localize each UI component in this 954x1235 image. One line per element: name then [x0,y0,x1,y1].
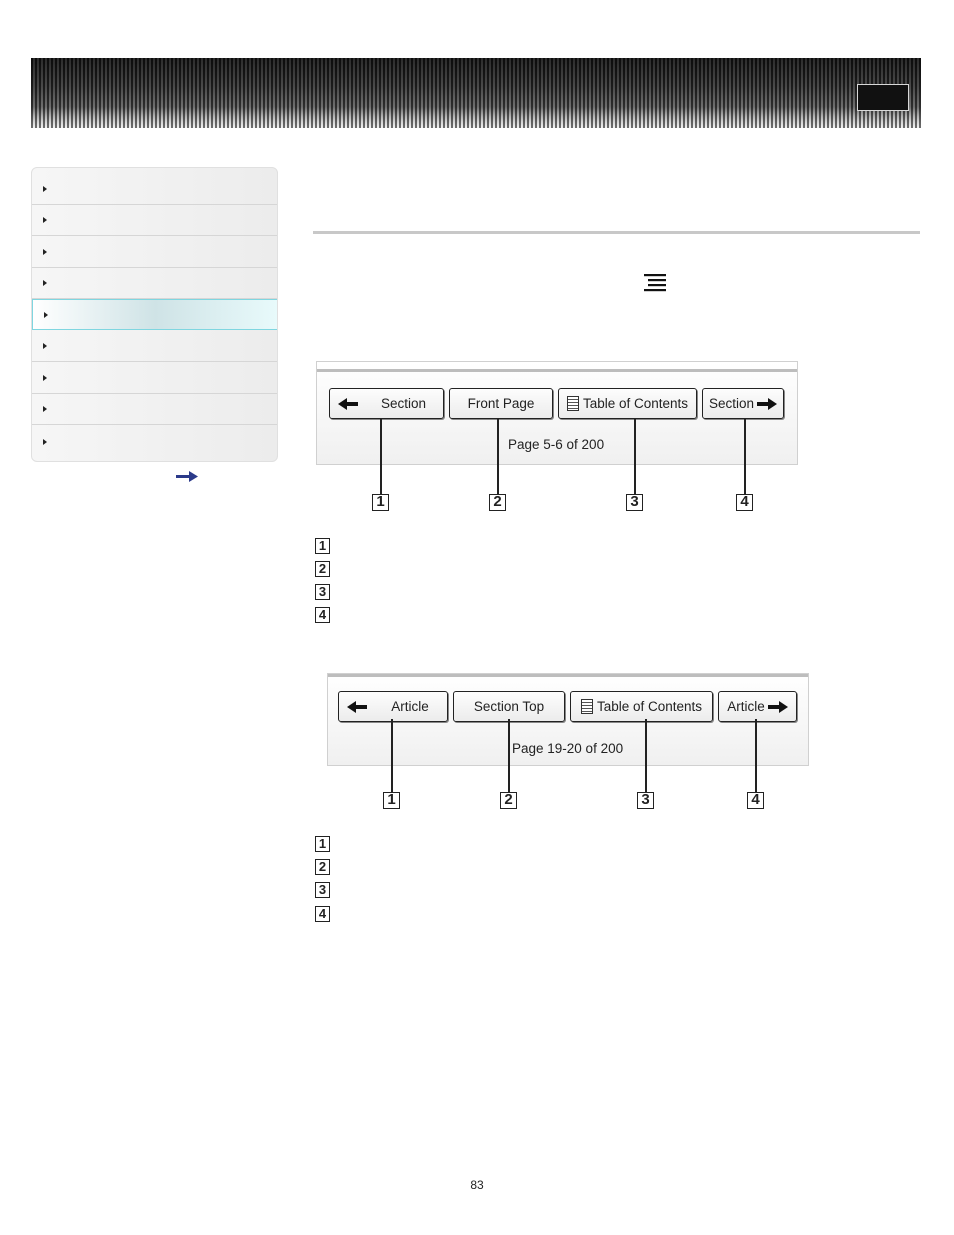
next-section-label: Section [708,396,755,411]
header-banner [31,58,921,128]
next-article-button[interactable]: Article [718,691,797,722]
sidebar-item-9[interactable] [32,426,277,457]
legend-number: 4 [315,906,330,922]
callout-number: 4 [736,494,753,511]
prev-section-label: Section [380,396,427,411]
chevron-right-icon [43,406,47,412]
sidebar-item-3[interactable] [32,237,277,268]
sidebar-item-8[interactable] [32,394,277,425]
chevron-right-icon [43,343,47,349]
left-arrow-icon [338,397,358,410]
callout-number: 4 [747,792,764,809]
chevron-right-icon [43,438,47,445]
front-page-button[interactable]: Front Page [449,388,553,419]
prev-section-button[interactable]: Section [329,388,444,419]
toc-label: Table of Contents [582,396,689,411]
callout-number: 1 [383,792,400,809]
section-top-button[interactable]: Section Top [453,691,565,722]
title-divider [313,231,920,234]
sidebar-item-7[interactable] [32,363,277,394]
toolbar-top-border [328,674,808,677]
callout-number: 1 [372,494,389,511]
document-icon [566,396,579,411]
chevron-right-icon [43,249,47,255]
document-icon [580,699,593,714]
section-top-label: Section Top [473,699,545,714]
legend-number: 3 [315,882,330,898]
prev-article-label: Article [391,699,429,714]
sidebar-item-4[interactable] [32,268,277,299]
left-arrow-icon [347,700,367,713]
header-button[interactable] [857,84,909,111]
page-number: 83 [470,1178,484,1192]
callout-line [645,719,647,793]
legend-number: 1 [315,836,330,852]
callout-line [497,419,499,495]
sidebar-item-6[interactable] [32,331,277,362]
callout-number: 3 [637,792,654,809]
right-arrow-icon [757,397,778,410]
menu-lines-icon [644,274,666,292]
right-arrow-icon[interactable] [176,471,198,483]
callout-line [755,719,757,793]
table-of-contents-button[interactable]: Table of Contents [570,691,713,722]
legend-number: 4 [315,607,330,623]
chevron-right-icon [43,217,47,223]
sidebar-item-5-active[interactable] [32,299,277,330]
table-of-contents-button[interactable]: Table of Contents [558,388,697,419]
next-section-button[interactable]: Section [702,388,784,419]
next-article-label: Article [727,699,765,714]
chevron-right-icon [43,186,47,192]
callout-line [508,719,510,793]
toolbar-top-border [317,369,797,372]
sidebar [31,167,278,462]
callout-number: 2 [500,792,517,809]
callout-number: 3 [626,494,643,511]
chevron-right-icon [43,375,47,381]
callout-line [391,719,393,793]
chevron-right-icon [43,280,47,286]
toc-label: Table of Contents [596,699,703,714]
callout-line [744,419,746,495]
callout-number: 2 [489,494,506,511]
page-indicator: Page 19-20 of 200 [512,741,624,756]
sidebar-item-2[interactable] [32,205,277,236]
callout-line [380,419,382,495]
front-page-label: Front Page [467,396,535,411]
page-indicator: Page 5-6 of 200 [508,437,605,452]
prev-article-button[interactable]: Article [338,691,448,722]
legend-number: 1 [315,538,330,554]
chevron-right-icon [44,311,48,318]
legend-number: 2 [315,561,330,577]
right-arrow-icon [767,700,788,713]
sidebar-item-1[interactable] [32,174,277,205]
legend-number: 3 [315,584,330,600]
legend-number: 2 [315,859,330,875]
callout-line [634,419,636,495]
